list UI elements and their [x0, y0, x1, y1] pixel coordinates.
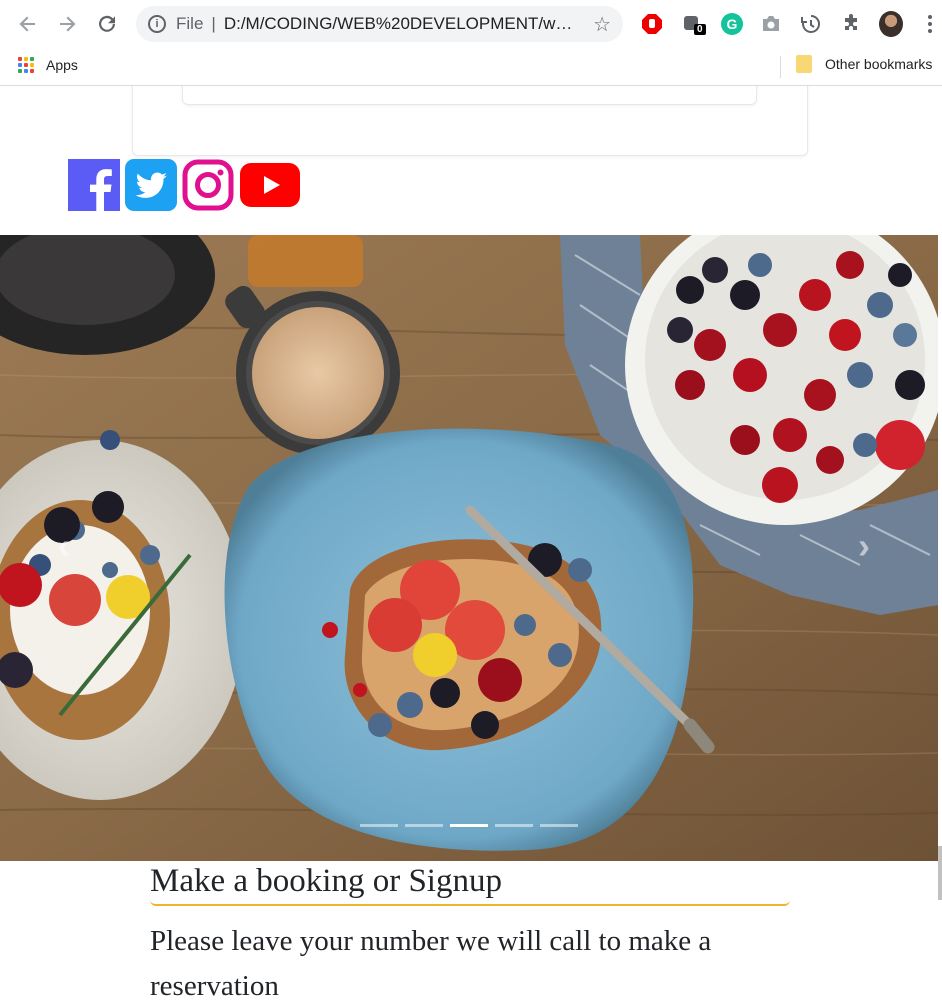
bookmarks-divider	[780, 56, 781, 78]
grammarly-icon[interactable]: G	[720, 12, 744, 36]
youtube-icon[interactable]	[239, 159, 301, 211]
instagram-icon[interactable]	[182, 159, 234, 211]
extensions-puzzle-icon[interactable]	[839, 12, 863, 36]
booking-section: Make a booking or Signup Please leave yo…	[150, 861, 790, 1001]
carousel-indicator[interactable]	[540, 824, 578, 827]
apps-grid-icon	[18, 57, 34, 73]
extension-badge: 0	[694, 24, 706, 35]
carousel-indicator-active[interactable]	[450, 824, 488, 827]
carousel-slide-image	[0, 235, 938, 861]
site-info-icon[interactable]: i	[148, 15, 166, 33]
extension-counter-icon[interactable]: 0	[680, 12, 706, 36]
apps-label: Apps	[46, 57, 78, 73]
content-card-inner	[182, 86, 757, 105]
browser-menu-icon[interactable]	[918, 12, 942, 36]
twitter-icon[interactable]	[125, 159, 177, 211]
browser-toolbar: i File | D:/M/CODING/WEB%20DEVELOPMENT/w…	[0, 0, 942, 48]
bookmarks-bar: Apps Other bookmarks	[0, 48, 942, 86]
profile-avatar[interactable]	[879, 11, 903, 37]
other-bookmarks-label: Other bookmarks	[825, 56, 933, 72]
grammarly-letter: G	[721, 13, 743, 35]
bookmark-star-icon[interactable]: ☆	[593, 12, 611, 37]
other-bookmarks[interactable]: Other bookmarks	[796, 55, 932, 73]
history-icon[interactable]	[799, 12, 823, 36]
carousel-indicator[interactable]	[405, 824, 443, 827]
social-links	[68, 159, 301, 211]
reload-icon[interactable]	[93, 10, 121, 38]
forward-icon[interactable]	[53, 10, 81, 38]
camera-icon[interactable]	[759, 12, 783, 36]
url-scheme: File	[176, 14, 204, 33]
scrollbar-thumb[interactable]	[938, 846, 942, 900]
folder-icon	[796, 55, 812, 73]
carousel-next-button[interactable]: ›	[858, 525, 870, 567]
url-text[interactable]: D:/M/CODING/WEB%20DEVELOPMENT/website/in…	[224, 14, 574, 34]
booking-description: Please leave your number we will call to…	[150, 925, 712, 1001]
page-viewport: ‹ › Make a booking or Signup Please leav…	[0, 86, 942, 1001]
booking-title: Make a booking or Signup	[150, 861, 790, 906]
carousel-prev-button[interactable]: ‹	[58, 525, 70, 567]
image-carousel[interactable]: ‹ ›	[0, 235, 938, 861]
facebook-icon[interactable]	[68, 159, 120, 211]
carousel-indicator[interactable]	[495, 824, 533, 827]
address-bar[interactable]: i File | D:/M/CODING/WEB%20DEVELOPMENT/w…	[136, 6, 623, 42]
apps-shortcut[interactable]: Apps	[18, 57, 78, 73]
back-icon[interactable]	[14, 10, 42, 38]
carousel-indicators	[360, 824, 578, 827]
adblock-extension-icon[interactable]	[640, 12, 664, 36]
carousel-indicator[interactable]	[360, 824, 398, 827]
url-separator: |	[211, 14, 216, 33]
